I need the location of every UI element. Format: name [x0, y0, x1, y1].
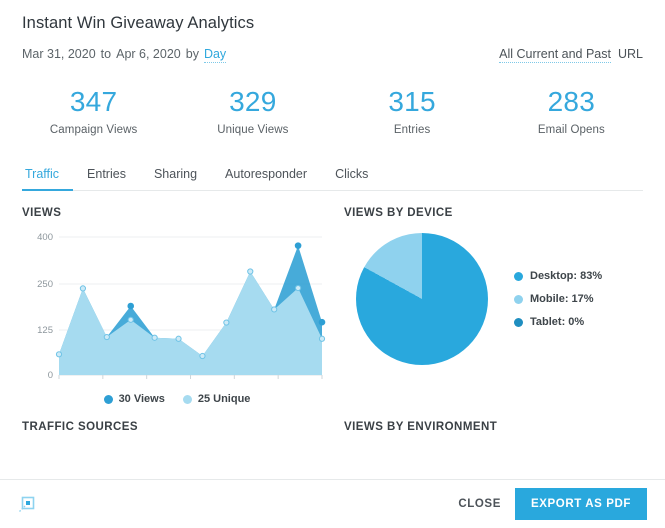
chart-x-axis-labels: 1. Apr 3. Apr 5. Apr: [90, 383, 291, 394]
device-section-title: VIEWS BY DEVICE: [344, 207, 453, 219]
legend-dot-mobile: [514, 294, 523, 304]
panels-row-2: TRAFFIC SOURCES VIEWS BY ENVIRONMENT: [22, 405, 643, 433]
scope-select[interactable]: All Current and Past: [499, 47, 611, 63]
data-point-views[interactable]: [294, 242, 302, 249]
resize-handle-icon[interactable]: [18, 495, 36, 513]
svg-text:0: 0: [48, 370, 53, 381]
legend-dot-views: [103, 394, 113, 404]
legend-item-mobile[interactable]: Mobile: 17%: [514, 293, 602, 305]
views-section-title: VIEWS: [22, 207, 62, 219]
views-by-environment-panel: VIEWS BY ENVIRONMENT: [332, 405, 643, 433]
analytics-tabs: Traffic Entries Sharing Autoresponder Cl…: [22, 160, 643, 191]
stat-value: 315: [388, 86, 436, 117]
granularity-select[interactable]: Day: [203, 47, 227, 63]
legend-item-desktop[interactable]: Desktop: 83%: [514, 270, 602, 282]
legend-dot-unique: [182, 394, 192, 404]
header-subrow: Mar 31, 2020 to Apr 6, 2020 by Day All C…: [22, 47, 643, 63]
stat-value: 347: [69, 86, 118, 117]
tab-clicks[interactable]: Clicks: [321, 161, 382, 191]
stat-email-opens: 283 Email Opens: [492, 85, 651, 136]
legend-item-views[interactable]: 30 Views: [103, 393, 165, 405]
legend-dot-tablet: [514, 317, 523, 327]
stat-label: Unique Views: [217, 124, 289, 136]
stat-label: Entries: [393, 124, 431, 136]
data-point-unique[interactable]: [103, 333, 110, 341]
legend-dot-desktop: [514, 271, 523, 281]
data-point-unique[interactable]: [199, 352, 206, 360]
legend-label-desktop: Desktop: 83%: [530, 270, 603, 282]
x-tick-label: 5. Apr: [266, 383, 291, 384]
export-as-pdf-button[interactable]: EXPORT AS PDF: [514, 488, 647, 520]
legend-item-unique[interactable]: 25 Unique: [182, 393, 251, 405]
legend-label-tablet: Tablet: 0%: [530, 316, 585, 328]
device-pie-wrap: Desktop: 83% Mobile: 17% Tablet: 0%: [344, 233, 643, 365]
page-title: Instant Win Giveaway Analytics: [22, 14, 255, 32]
traffic-sources-title: TRAFFIC SOURCES: [22, 421, 138, 433]
data-point-unique[interactable]: [79, 285, 87, 292]
panels-row-1: VIEWS 400 250 125 0 30 Views 25 Unique V…: [22, 191, 643, 405]
x-tick-label: 3. Apr: [178, 383, 203, 384]
modal-header: Instant Win Giveaway Analytics Mar 31, 2…: [0, 0, 665, 63]
by-label: by: [185, 47, 199, 61]
views-area-chart: 400 250 125 0 1. A: [22, 229, 332, 394]
data-point-views[interactable]: [127, 302, 135, 310]
svg-text:400: 400: [37, 232, 53, 243]
views-by-environment-title: VIEWS BY ENVIRONMENT: [344, 421, 498, 433]
tab-traffic[interactable]: Traffic: [22, 161, 74, 191]
data-point-unique[interactable]: [271, 306, 278, 313]
stat-campaign-views: 347 Campaign Views: [14, 85, 173, 136]
data-point-unique[interactable]: [127, 316, 134, 323]
device-pie-chart[interactable]: [356, 233, 488, 365]
data-point-unique[interactable]: [318, 335, 326, 342]
views-panel: VIEWS 400 250 125 0 30 Views 25 Unique: [22, 191, 332, 405]
data-point-unique[interactable]: [151, 334, 158, 341]
views-chart-legend: 30 Views 25 Unique: [22, 393, 332, 405]
url-filter[interactable]: URL: [618, 47, 643, 61]
legend-label-mobile: Mobile: 17%: [530, 293, 594, 305]
views-by-device-panel: VIEWS BY DEVICE Desktop: 83% Mobile: 17%…: [332, 191, 643, 405]
close-button[interactable]: CLOSE: [444, 489, 515, 519]
views-chart-svg: 400 250 125 0 1. A: [37, 232, 326, 394]
svg-text:250: 250: [37, 279, 53, 290]
legend-item-tablet[interactable]: Tablet: 0%: [514, 316, 602, 328]
device-pie-legend: Desktop: 83% Mobile: 17% Tablet: 0%: [514, 270, 602, 328]
chart-series-area-unique: [59, 271, 322, 375]
svg-text:125: 125: [37, 325, 53, 336]
stat-unique-views: 329 Unique Views: [173, 85, 332, 136]
x-tick-label: 1. Apr: [90, 383, 115, 384]
scope-control: All Current and Past URL: [499, 47, 643, 63]
tab-entries[interactable]: Entries: [73, 161, 140, 191]
stat-label: Email Opens: [537, 124, 605, 136]
tab-sharing[interactable]: Sharing: [140, 161, 211, 191]
stat-entries: 315 Entries: [333, 85, 492, 136]
data-point-unique[interactable]: [223, 319, 230, 326]
data-point-unique[interactable]: [247, 268, 254, 275]
data-point-views[interactable]: [318, 318, 326, 326]
date-to[interactable]: Apr 6, 2020: [116, 47, 181, 61]
date-to-label: to: [100, 47, 112, 61]
date-range-control: Mar 31, 2020 to Apr 6, 2020 by Day: [22, 47, 227, 63]
date-from[interactable]: Mar 31, 2020: [22, 47, 96, 61]
data-point-unique[interactable]: [294, 284, 302, 292]
chart-x-ticks: [58, 375, 323, 379]
modal-footer: CLOSE EXPORT AS PDF: [0, 480, 665, 528]
tab-autoresponder[interactable]: Autoresponder: [211, 161, 321, 191]
stat-value: 329: [229, 86, 277, 117]
legend-label-views: 30 Views: [118, 393, 165, 405]
data-point-unique[interactable]: [175, 335, 182, 342]
stat-value: 283: [547, 86, 596, 117]
summary-stats: 347 Campaign Views 329 Unique Views 315 …: [0, 85, 665, 136]
stat-label: Campaign Views: [49, 124, 138, 136]
analytics-modal: Instant Win Giveaway Analytics Mar 31, 2…: [0, 0, 665, 528]
data-point-unique[interactable]: [55, 351, 63, 358]
traffic-sources-panel: TRAFFIC SOURCES: [22, 405, 332, 433]
legend-label-unique: 25 Unique: [197, 393, 251, 405]
chart-y-axis-labels: 400 250 125 0: [37, 232, 53, 381]
